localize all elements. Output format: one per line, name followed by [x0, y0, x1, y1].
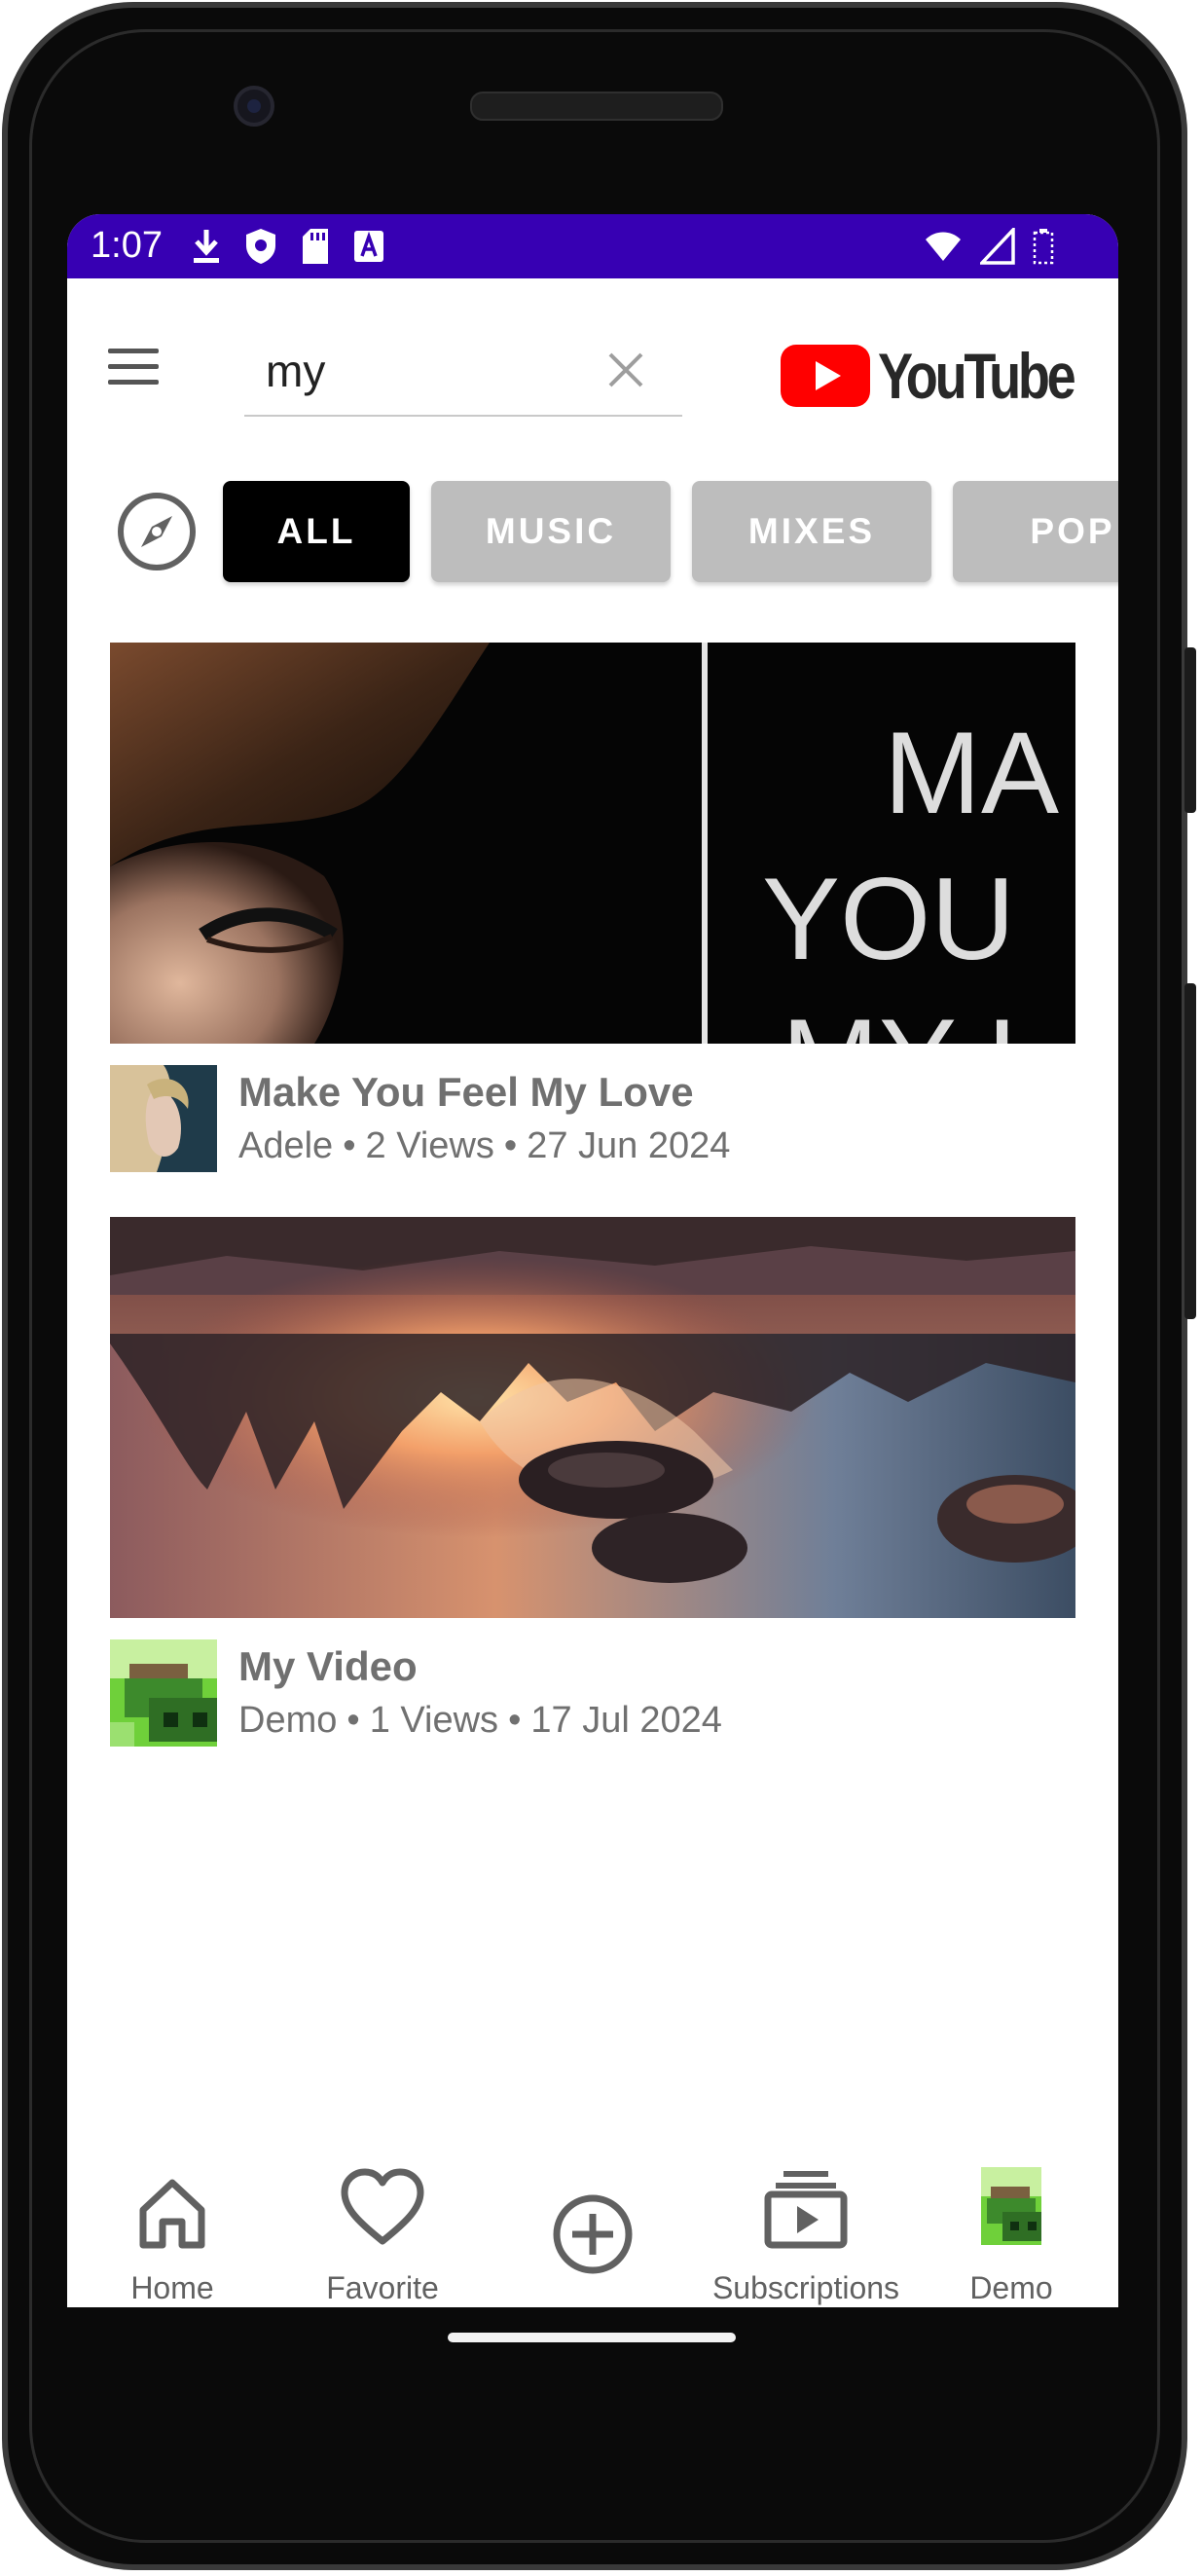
- video-subtitle: Demo • 1 Views • 17 Jul 2024: [238, 1700, 722, 1741]
- chip-pop[interactable]: POP: [953, 481, 1118, 582]
- chip-all[interactable]: ALL: [223, 481, 410, 582]
- channel-avatar[interactable]: [110, 1639, 217, 1747]
- bottom-navigation: Home Favorite Subscriptions Demo: [67, 2152, 1118, 2307]
- sd-card-icon: [303, 229, 328, 264]
- nav-favorite-label: Favorite: [326, 2270, 439, 2305]
- cell-signal-icon: [980, 228, 1015, 265]
- adele-avatar-image: [110, 1065, 217, 1172]
- system-icons: [924, 228, 1054, 265]
- view-count: 2 Views: [365, 1125, 494, 1166]
- download-icon: [194, 230, 219, 263]
- wifi-icon: [926, 232, 961, 261]
- volume-button: [1184, 983, 1196, 1319]
- youtube-logo: YouTube: [781, 339, 1116, 413]
- thumbnail-image: [110, 1217, 1075, 1618]
- close-icon[interactable]: [604, 349, 647, 391]
- thumbnail-image: MA YOU MY L: [110, 643, 1075, 1044]
- demo-avatar-image: [110, 1639, 217, 1747]
- nav-home-label: Home: [130, 2270, 214, 2305]
- earpiece-speaker: [470, 92, 723, 121]
- thumbnail-text-1: MA: [884, 708, 1059, 838]
- menu-icon[interactable]: [108, 349, 159, 387]
- video-meta: Make You Feel My Love Adele • 2 Views • 27 J…: [110, 1065, 1075, 1174]
- thumbnail-text-2: YOU: [762, 854, 1015, 984]
- video-card[interactable]: MA YOU MY L Make You Feel My Love Adele•…: [110, 643, 1075, 1174]
- video-thumbnail[interactable]: [110, 1217, 1075, 1618]
- video-subtitle: Adele • 2 Views • 27 Jun 2024: [238, 1125, 731, 1166]
- youtube-play-icon: [781, 345, 870, 407]
- search-box: [244, 325, 682, 417]
- nav-subscriptions[interactable]: Subscriptions: [704, 2152, 908, 2307]
- nav-subscriptions-label: Subscriptions: [711, 2270, 900, 2305]
- category-chips: ALL MUSIC MIXES POP: [223, 481, 1118, 582]
- status-bar: 1:07: [67, 214, 1118, 278]
- shield-icon: [246, 229, 275, 264]
- power-button: [1184, 647, 1196, 813]
- subscriptions-icon: [764, 2171, 848, 2249]
- youtube-wordmark: YouTube: [878, 340, 1076, 412]
- channel-avatar[interactable]: [110, 1065, 217, 1172]
- font-icon: [354, 231, 383, 262]
- video-title[interactable]: My Video: [238, 1643, 418, 1690]
- nav-favorite[interactable]: Favorite: [285, 2152, 480, 2307]
- upload-date: 17 Jul 2024: [530, 1700, 722, 1741]
- add-circle-icon: [553, 2194, 633, 2274]
- status-time: 1:07: [91, 225, 163, 266]
- view-count: 1 Views: [369, 1700, 499, 1741]
- channel-name[interactable]: Adele: [238, 1125, 333, 1166]
- nav-home[interactable]: Home: [75, 2152, 270, 2307]
- thumbnail-text-3: MY L: [782, 995, 1052, 1044]
- battery-icon: [1033, 229, 1054, 265]
- video-card[interactable]: My Video Demo • 1 Views • 17 Jul 2024: [110, 1217, 1075, 1748]
- notification-icons: [192, 228, 384, 265]
- chip-music[interactable]: MUSIC: [431, 481, 671, 582]
- home-icon: [139, 2179, 205, 2249]
- nav-profile-label: Demo: [969, 2270, 1053, 2305]
- video-thumbnail[interactable]: MA YOU MY L: [110, 643, 1075, 1044]
- search-input[interactable]: [264, 345, 589, 397]
- home-indicator[interactable]: [448, 2333, 736, 2342]
- channel-name[interactable]: Demo: [238, 1700, 337, 1741]
- front-camera: [234, 86, 274, 127]
- upload-date: 27 Jun 2024: [527, 1125, 731, 1166]
- video-title[interactable]: Make You Feel My Love: [238, 1069, 694, 1116]
- video-meta: My Video Demo • 1 Views • 17 Jul 2024: [110, 1639, 1075, 1748]
- heart-icon: [341, 2168, 424, 2245]
- profile-avatar-icon: [981, 2167, 1041, 2245]
- nav-profile[interactable]: Demo: [914, 2152, 1109, 2307]
- app-screen: 1:07 my YouTube ALL MUSIC MIXES POP MA Y…: [67, 214, 1118, 2307]
- compass-icon[interactable]: [116, 491, 198, 572]
- chip-mixes[interactable]: MIXES: [692, 481, 931, 582]
- nav-create[interactable]: [495, 2152, 690, 2307]
